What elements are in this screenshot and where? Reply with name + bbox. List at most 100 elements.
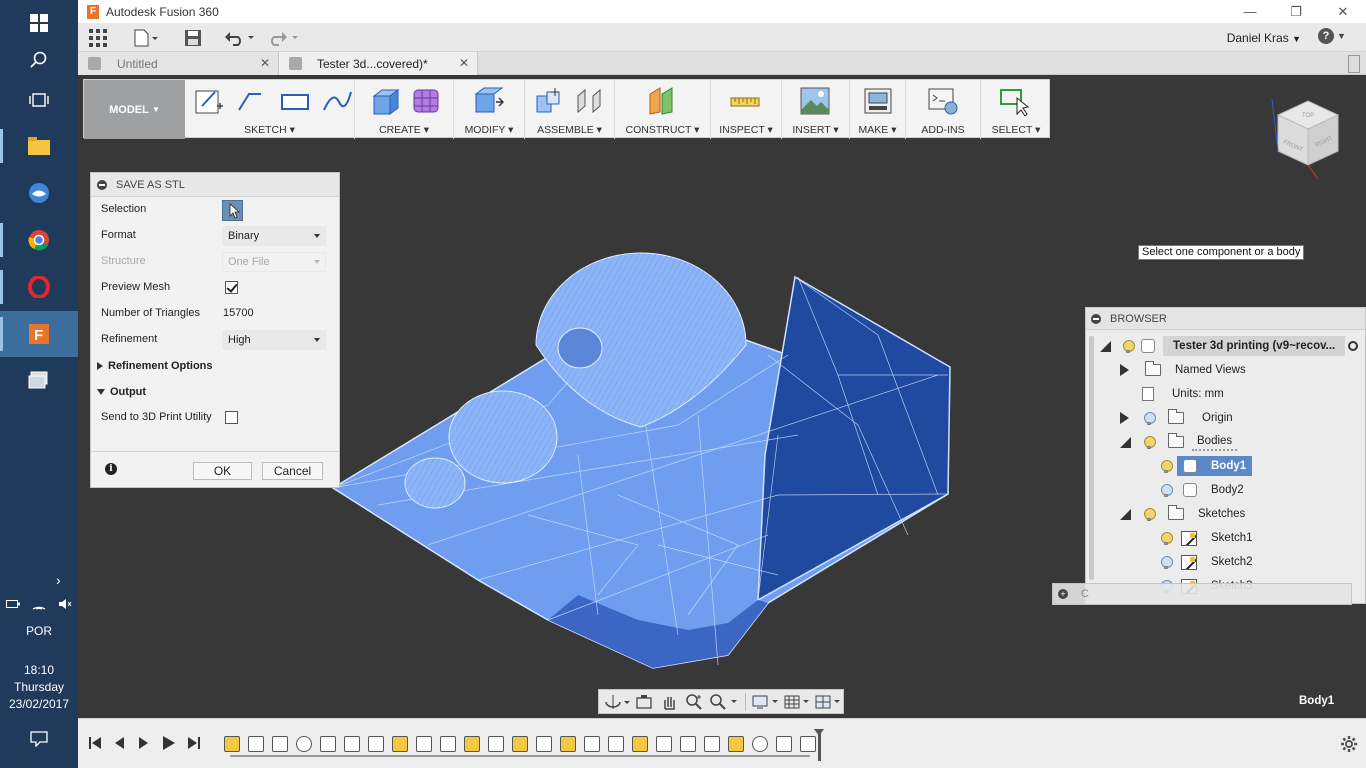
zoom-icon[interactable] bbox=[685, 693, 703, 711]
timeline-marker-head-icon[interactable] bbox=[814, 729, 824, 736]
collapse-arrow-icon[interactable] bbox=[1100, 340, 1111, 352]
3d-print-icon[interactable] bbox=[862, 86, 894, 116]
pan-hand-icon[interactable] bbox=[660, 693, 678, 711]
toolbar-group-add-ins[interactable]: ADD-INS bbox=[906, 80, 981, 139]
create-sketch-icon[interactable] bbox=[193, 86, 225, 116]
tab-untitled[interactable]: Untitled ✕ bbox=[78, 52, 279, 75]
cancel-button[interactable]: Cancel bbox=[262, 462, 323, 480]
browser-item-body1[interactable]: Body1 bbox=[1161, 454, 1253, 478]
orbit-icon[interactable] bbox=[603, 693, 631, 711]
close-window-button[interactable]: ✕ bbox=[1320, 0, 1366, 23]
toolbar-group-create[interactable]: CREATE ▾ bbox=[355, 80, 454, 139]
selection-picker-button[interactable] bbox=[222, 200, 243, 221]
tab-tester-3d[interactable]: Tester 3d...covered)* ✕ bbox=[279, 52, 478, 75]
dialog-header[interactable]: SAVE AS STL bbox=[91, 173, 339, 197]
wifi-icon[interactable] bbox=[32, 598, 46, 610]
timeline-settings-gear-icon[interactable] bbox=[1340, 735, 1358, 753]
collapse-arrow-icon[interactable] bbox=[1120, 436, 1131, 448]
timeline-sketch-feature-icon[interactable] bbox=[632, 736, 648, 752]
display-settings-icon[interactable] bbox=[751, 693, 779, 711]
toolbar-group-select[interactable]: SELECT ▾ bbox=[981, 80, 1051, 139]
timeline-sketch-feature-icon[interactable] bbox=[512, 736, 528, 752]
go-to-start-icon[interactable] bbox=[88, 736, 102, 750]
browser-item-body2[interactable]: Body2 bbox=[1161, 478, 1244, 502]
browser-item-sketches[interactable]: Sketches bbox=[1120, 502, 1245, 526]
clock[interactable]: 18:10 Thursday 23/02/2017 bbox=[0, 662, 78, 713]
visibility-bulb-icon[interactable] bbox=[1144, 435, 1156, 449]
spline-icon[interactable] bbox=[321, 86, 353, 116]
step-back-icon[interactable] bbox=[112, 736, 126, 750]
browser-item-units[interactable]: Units: mm bbox=[1142, 382, 1224, 406]
extrude-icon[interactable] bbox=[370, 86, 402, 116]
timeline-extrude-feature-icon[interactable] bbox=[800, 736, 816, 752]
visibility-bulb-icon[interactable] bbox=[1144, 507, 1156, 521]
timeline-extrude-feature-icon[interactable] bbox=[656, 736, 672, 752]
file-menu-icon[interactable] bbox=[134, 27, 160, 48]
timeline-extrude-feature-icon[interactable] bbox=[680, 736, 696, 752]
scripts-add-ins-icon[interactable] bbox=[927, 86, 959, 116]
timeline-sketch-feature-icon[interactable] bbox=[224, 736, 240, 752]
insert-image-icon[interactable] bbox=[799, 86, 831, 116]
input-language[interactable]: POR bbox=[0, 624, 78, 638]
thunderbird-icon[interactable] bbox=[0, 170, 78, 216]
timeline-sketch-feature-icon[interactable] bbox=[464, 736, 480, 752]
refinement-options-section[interactable]: Refinement Options bbox=[97, 360, 213, 372]
info-icon[interactable]: i bbox=[105, 463, 117, 475]
visibility-bulb-icon[interactable] bbox=[1144, 411, 1156, 425]
browser-item-sketch1[interactable]: Sketch1 bbox=[1161, 526, 1253, 550]
go-to-end-icon[interactable] bbox=[187, 736, 201, 750]
show-hidden-icons-chevron-icon[interactable]: › bbox=[56, 572, 61, 588]
battery-icon[interactable] bbox=[6, 599, 20, 609]
view-cube[interactable]: TOP FRONT RIGHT bbox=[1268, 95, 1352, 185]
toolbar-group-insert[interactable]: INSERT ▾ bbox=[782, 80, 850, 139]
browser-item-bodies[interactable]: Bodies bbox=[1120, 430, 1238, 454]
timeline-extrude-feature-icon[interactable] bbox=[608, 736, 624, 752]
expand-comments-icon[interactable]: + bbox=[1058, 589, 1068, 599]
documents-stack-icon[interactable] bbox=[0, 357, 78, 403]
browser-item-origin[interactable]: Origin bbox=[1120, 406, 1233, 430]
timeline-extrude-feature-icon[interactable] bbox=[368, 736, 384, 752]
action-center-icon[interactable] bbox=[0, 716, 78, 762]
close-tab-icon[interactable]: ✕ bbox=[459, 56, 469, 70]
opera-icon[interactable] bbox=[0, 264, 78, 310]
preview-mesh-checkbox[interactable] bbox=[225, 281, 238, 294]
timeline-revolve-feature-icon[interactable] bbox=[296, 736, 312, 752]
press-pull-icon[interactable] bbox=[472, 86, 504, 116]
file-explorer-icon[interactable] bbox=[0, 123, 78, 169]
expand-arrow-icon[interactable] bbox=[1120, 412, 1129, 424]
line-icon[interactable] bbox=[235, 86, 267, 116]
redo-icon[interactable] bbox=[268, 27, 300, 48]
toolbar-group-inspect[interactable]: INSPECT ▾ bbox=[711, 80, 782, 139]
browser-header[interactable]: BROWSER bbox=[1086, 308, 1365, 330]
format-dropdown[interactable]: Binary bbox=[222, 226, 326, 246]
restore-button[interactable]: ❐ bbox=[1273, 0, 1319, 23]
timeline-extrude-feature-icon[interactable] bbox=[440, 736, 456, 752]
form-icon[interactable] bbox=[410, 86, 442, 116]
fit-window-icon[interactable] bbox=[709, 693, 739, 711]
timeline-extrude-feature-icon[interactable] bbox=[344, 736, 360, 752]
ok-button[interactable]: OK bbox=[193, 462, 252, 480]
timeline-extrude-feature-icon[interactable] bbox=[776, 736, 792, 752]
timeline-extrude-feature-icon[interactable] bbox=[248, 736, 264, 752]
timeline-extrude-feature-icon[interactable] bbox=[536, 736, 552, 752]
rectangle-icon[interactable] bbox=[279, 86, 311, 116]
undo-icon[interactable] bbox=[224, 27, 256, 48]
fusion360-taskbar-icon[interactable]: F bbox=[0, 311, 78, 357]
volume-muted-icon[interactable] bbox=[58, 598, 72, 610]
viewports-icon[interactable] bbox=[814, 693, 842, 711]
visibility-bulb-icon[interactable] bbox=[1161, 483, 1173, 497]
new-component-icon[interactable] bbox=[533, 86, 565, 116]
browser-item-named-views[interactable]: Named Views bbox=[1120, 358, 1246, 382]
visibility-bulb-icon[interactable] bbox=[1123, 339, 1135, 353]
joint-icon[interactable] bbox=[573, 86, 605, 116]
timeline-extrude-feature-icon[interactable] bbox=[320, 736, 336, 752]
offset-plane-icon[interactable] bbox=[646, 86, 678, 116]
timeline-extrude-feature-icon[interactable] bbox=[488, 736, 504, 752]
save-icon[interactable] bbox=[184, 27, 202, 48]
timeline-sketch-feature-icon[interactable] bbox=[392, 736, 408, 752]
timeline-extrude-feature-icon[interactable] bbox=[584, 736, 600, 752]
close-tab-icon[interactable]: ✕ bbox=[260, 56, 270, 70]
collapse-dialog-icon[interactable] bbox=[97, 179, 107, 190]
timeline-sketch-feature-icon[interactable] bbox=[728, 736, 744, 752]
task-view-icon[interactable] bbox=[0, 77, 78, 123]
